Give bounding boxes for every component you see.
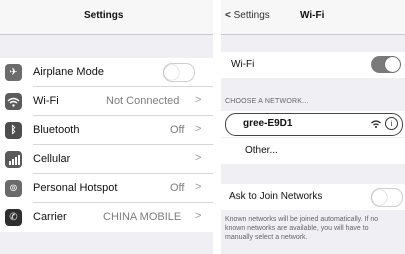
wifi-status: Not Connected — [106, 95, 180, 107]
chevron-right-icon: > — [195, 152, 202, 164]
sidebar-item-cellular[interactable]: Cellular > — [0, 145, 213, 174]
ask-to-join-toggle[interactable] — [371, 188, 403, 207]
toggle-knob — [164, 65, 179, 80]
settings-navbar: Settings — [0, 0, 213, 35]
toggle-knob — [372, 190, 387, 205]
airplane-mode-label: Airplane Mode — [33, 66, 104, 78]
cellular-icon — [5, 151, 22, 168]
airplane-mode-toggle[interactable] — [163, 63, 195, 82]
wifi-toggle-row: Wi-Fi — [221, 52, 405, 78]
phone-icon: ✆ — [5, 209, 22, 226]
wifi-screen: < Settings Wi-Fi Wi-Fi CHOOSE A NETWORK.… — [221, 0, 405, 254]
ask-to-join-label: Ask to Join Networks — [229, 191, 323, 202]
hotspot-status: Off — [170, 182, 185, 194]
chevron-right-icon: > — [195, 94, 202, 106]
page-title: Wi-Fi — [300, 10, 325, 21]
carrier-value: CHINA MOBILE — [103, 211, 182, 223]
carrier-label: Carrier — [33, 211, 67, 223]
toggle-knob — [385, 57, 400, 72]
sidebar-item-hotspot[interactable]: ⊚ Personal Hotspot Off > — [0, 174, 213, 203]
hotspot-icon: ⊚ — [5, 180, 22, 197]
network-name: gree-E9D1 — [243, 118, 293, 129]
chevron-right-icon: > — [195, 181, 202, 193]
hotspot-label: Personal Hotspot — [33, 182, 118, 194]
settings-screen: Settings ✈ Airplane Mode Wi-Fi Not Conne… — [0, 0, 213, 254]
wifi-navbar: < Settings Wi-Fi — [221, 0, 405, 35]
other-network-row[interactable]: Other... — [221, 138, 405, 164]
bluetooth-label: Bluetooth — [33, 124, 80, 136]
back-button[interactable]: < Settings — [225, 10, 270, 21]
chevron-right-icon: > — [195, 210, 202, 222]
chevron-right-icon: > — [195, 123, 202, 135]
ask-to-join-footer: Known networks will be joined automatica… — [225, 216, 379, 241]
chevron-left-icon: < — [225, 10, 231, 21]
airplane-icon: ✈ — [5, 64, 22, 81]
wifi-toggle-label: Wi-Fi — [231, 59, 255, 70]
wifi-icon — [5, 93, 22, 110]
other-label: Other... — [245, 145, 278, 156]
choose-network-header: CHOOSE A NETWORK... — [225, 98, 309, 105]
info-icon[interactable]: i — [385, 117, 398, 130]
airplane-mode-row[interactable]: ✈ Airplane Mode — [0, 58, 213, 87]
sidebar-item-wifi[interactable]: Wi-Fi Not Connected > — [0, 87, 213, 116]
wifi-signal-icon — [371, 120, 381, 128]
wifi-toggle[interactable] — [371, 56, 401, 73]
network-row[interactable]: gree-E9D1 i — [221, 111, 405, 137]
bluetooth-status: Off — [170, 124, 185, 136]
back-label: Settings — [233, 10, 270, 21]
cellular-label: Cellular — [33, 153, 71, 165]
ask-to-join-row: Ask to Join Networks — [221, 184, 405, 210]
bluetooth-icon: ᛒ — [5, 122, 22, 139]
page-title: Settings — [84, 10, 124, 21]
sidebar-item-bluetooth[interactable]: ᛒ Bluetooth Off > — [0, 116, 213, 145]
wifi-label: Wi-Fi — [33, 95, 59, 107]
sidebar-item-carrier[interactable]: ✆ Carrier CHINA MOBILE > — [0, 203, 213, 232]
